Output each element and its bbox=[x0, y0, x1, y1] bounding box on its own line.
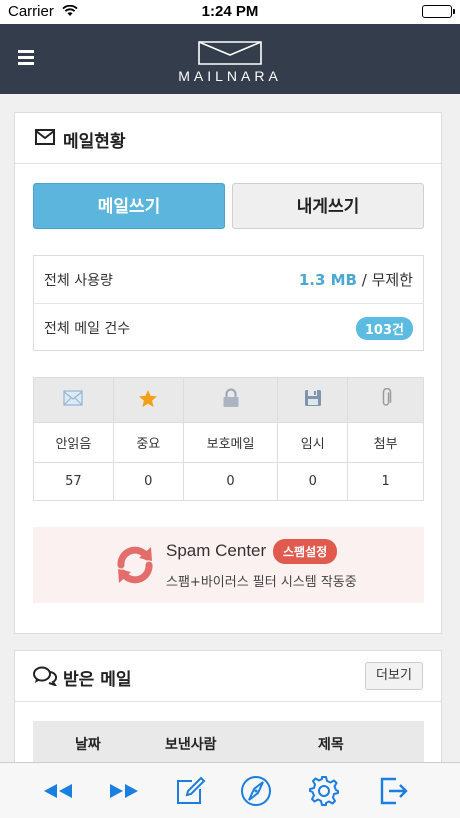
mail-count-badge: 103건 bbox=[355, 317, 413, 340]
category-unread-cell[interactable] bbox=[33, 377, 114, 423]
logo-text: MAILNARA bbox=[178, 68, 282, 84]
inbox-title: 받은 메일 bbox=[63, 670, 132, 690]
battery-icon bbox=[422, 5, 455, 18]
usage-limit: 무제한 bbox=[371, 271, 413, 289]
mail-status-header: 메일현황 bbox=[15, 113, 441, 164]
floppy-disk-icon bbox=[304, 390, 321, 406]
lock-icon bbox=[223, 388, 239, 407]
more-button[interactable]: 더보기 bbox=[365, 662, 423, 690]
column-date[interactable]: 날짜 bbox=[75, 734, 101, 754]
usage-box: 전체 사용량 1.3 MB / 무제한 전체 메일 건수 103건 bbox=[33, 255, 424, 351]
usage-value: 1.3 MB / 무제한 bbox=[299, 269, 413, 290]
mail-category-table: 안읽음 중요 보호메일 임시 첨부 57 0 0 0 1 bbox=[33, 377, 424, 501]
category-label: 보호메일 bbox=[182, 422, 279, 463]
inbox-header: 받은 메일 더보기 bbox=[15, 651, 441, 702]
mail-count-label: 전체 메일 건수 bbox=[44, 321, 131, 337]
gear-icon[interactable] bbox=[308, 775, 340, 807]
write-mail-button[interactable]: 메일쓰기 bbox=[33, 183, 225, 229]
spam-status-text: 스팸+바이러스 필터 시스템 작동중 bbox=[166, 575, 357, 590]
clock: 1:24 PM bbox=[201, 3, 259, 20]
spam-settings-button[interactable]: 스팸설정 bbox=[273, 539, 338, 564]
compose-icon[interactable] bbox=[174, 775, 206, 807]
compass-icon[interactable] bbox=[240, 775, 272, 807]
category-labels-row: 안읽음 중요 보호메일 임시 첨부 bbox=[33, 422, 424, 463]
rewind-icon[interactable] bbox=[42, 775, 74, 807]
star-icon bbox=[139, 389, 158, 407]
paperclip-icon bbox=[382, 387, 391, 406]
category-label: 안읽음 bbox=[33, 422, 114, 463]
spam-center-title: Spam Center bbox=[166, 541, 267, 560]
category-important-cell[interactable] bbox=[112, 377, 184, 423]
category-count[interactable]: 57 bbox=[33, 462, 114, 501]
spam-center-banner[interactable]: Spam Center 스팸설정 스팸+바이러스 필터 시스템 작동중 bbox=[33, 527, 424, 603]
inbox-table-header: 날짜 보낸사람 제목 bbox=[33, 721, 424, 765]
category-count[interactable]: 1 bbox=[347, 462, 424, 501]
mail-count-row: 전체 메일 건수 103건 bbox=[34, 304, 423, 351]
category-label: 중요 bbox=[112, 422, 184, 463]
category-attachment-cell[interactable] bbox=[347, 377, 424, 423]
category-count[interactable]: 0 bbox=[182, 462, 279, 501]
category-label: 임시 bbox=[277, 422, 349, 463]
usage-separator: / bbox=[361, 271, 367, 289]
app-logo: MAILNARA bbox=[0, 40, 460, 84]
usage-label: 전체 사용량 bbox=[44, 273, 113, 289]
status-bar: Carrier 1:24 PM bbox=[0, 0, 460, 24]
column-subject[interactable]: 제목 bbox=[318, 734, 344, 754]
fast-forward-icon[interactable] bbox=[108, 775, 140, 807]
category-label: 첨부 bbox=[347, 422, 424, 463]
category-protected-cell[interactable] bbox=[182, 377, 279, 423]
mail-status-card: 메일현황 메일쓰기 내게쓰기 전체 사용량 1.3 MB / 무제한 전체 메일… bbox=[14, 112, 442, 634]
usage-amount: 1.3 MB bbox=[298, 271, 357, 289]
write-to-self-button[interactable]: 내게쓰기 bbox=[232, 183, 424, 229]
envelope-icon bbox=[35, 129, 55, 149]
app-header: MAILNARA bbox=[0, 24, 460, 94]
envelope-logo-icon bbox=[198, 41, 262, 65]
category-counts-row: 57 0 0 0 1 bbox=[33, 462, 424, 501]
envelope-icon bbox=[63, 390, 83, 406]
column-sender[interactable]: 보낸사람 bbox=[165, 734, 217, 754]
category-count[interactable]: 0 bbox=[112, 462, 184, 501]
category-icons-row bbox=[33, 377, 424, 423]
usage-row: 전체 사용량 1.3 MB / 무제한 bbox=[34, 256, 423, 304]
category-count[interactable]: 0 bbox=[277, 462, 349, 501]
logout-icon[interactable] bbox=[378, 775, 410, 807]
chat-bubbles-icon bbox=[33, 666, 58, 690]
refresh-swirl-icon bbox=[111, 541, 159, 593]
mail-status-title: 메일현황 bbox=[63, 132, 126, 152]
category-draft-cell[interactable] bbox=[277, 377, 349, 423]
bottom-toolbar bbox=[0, 762, 460, 818]
